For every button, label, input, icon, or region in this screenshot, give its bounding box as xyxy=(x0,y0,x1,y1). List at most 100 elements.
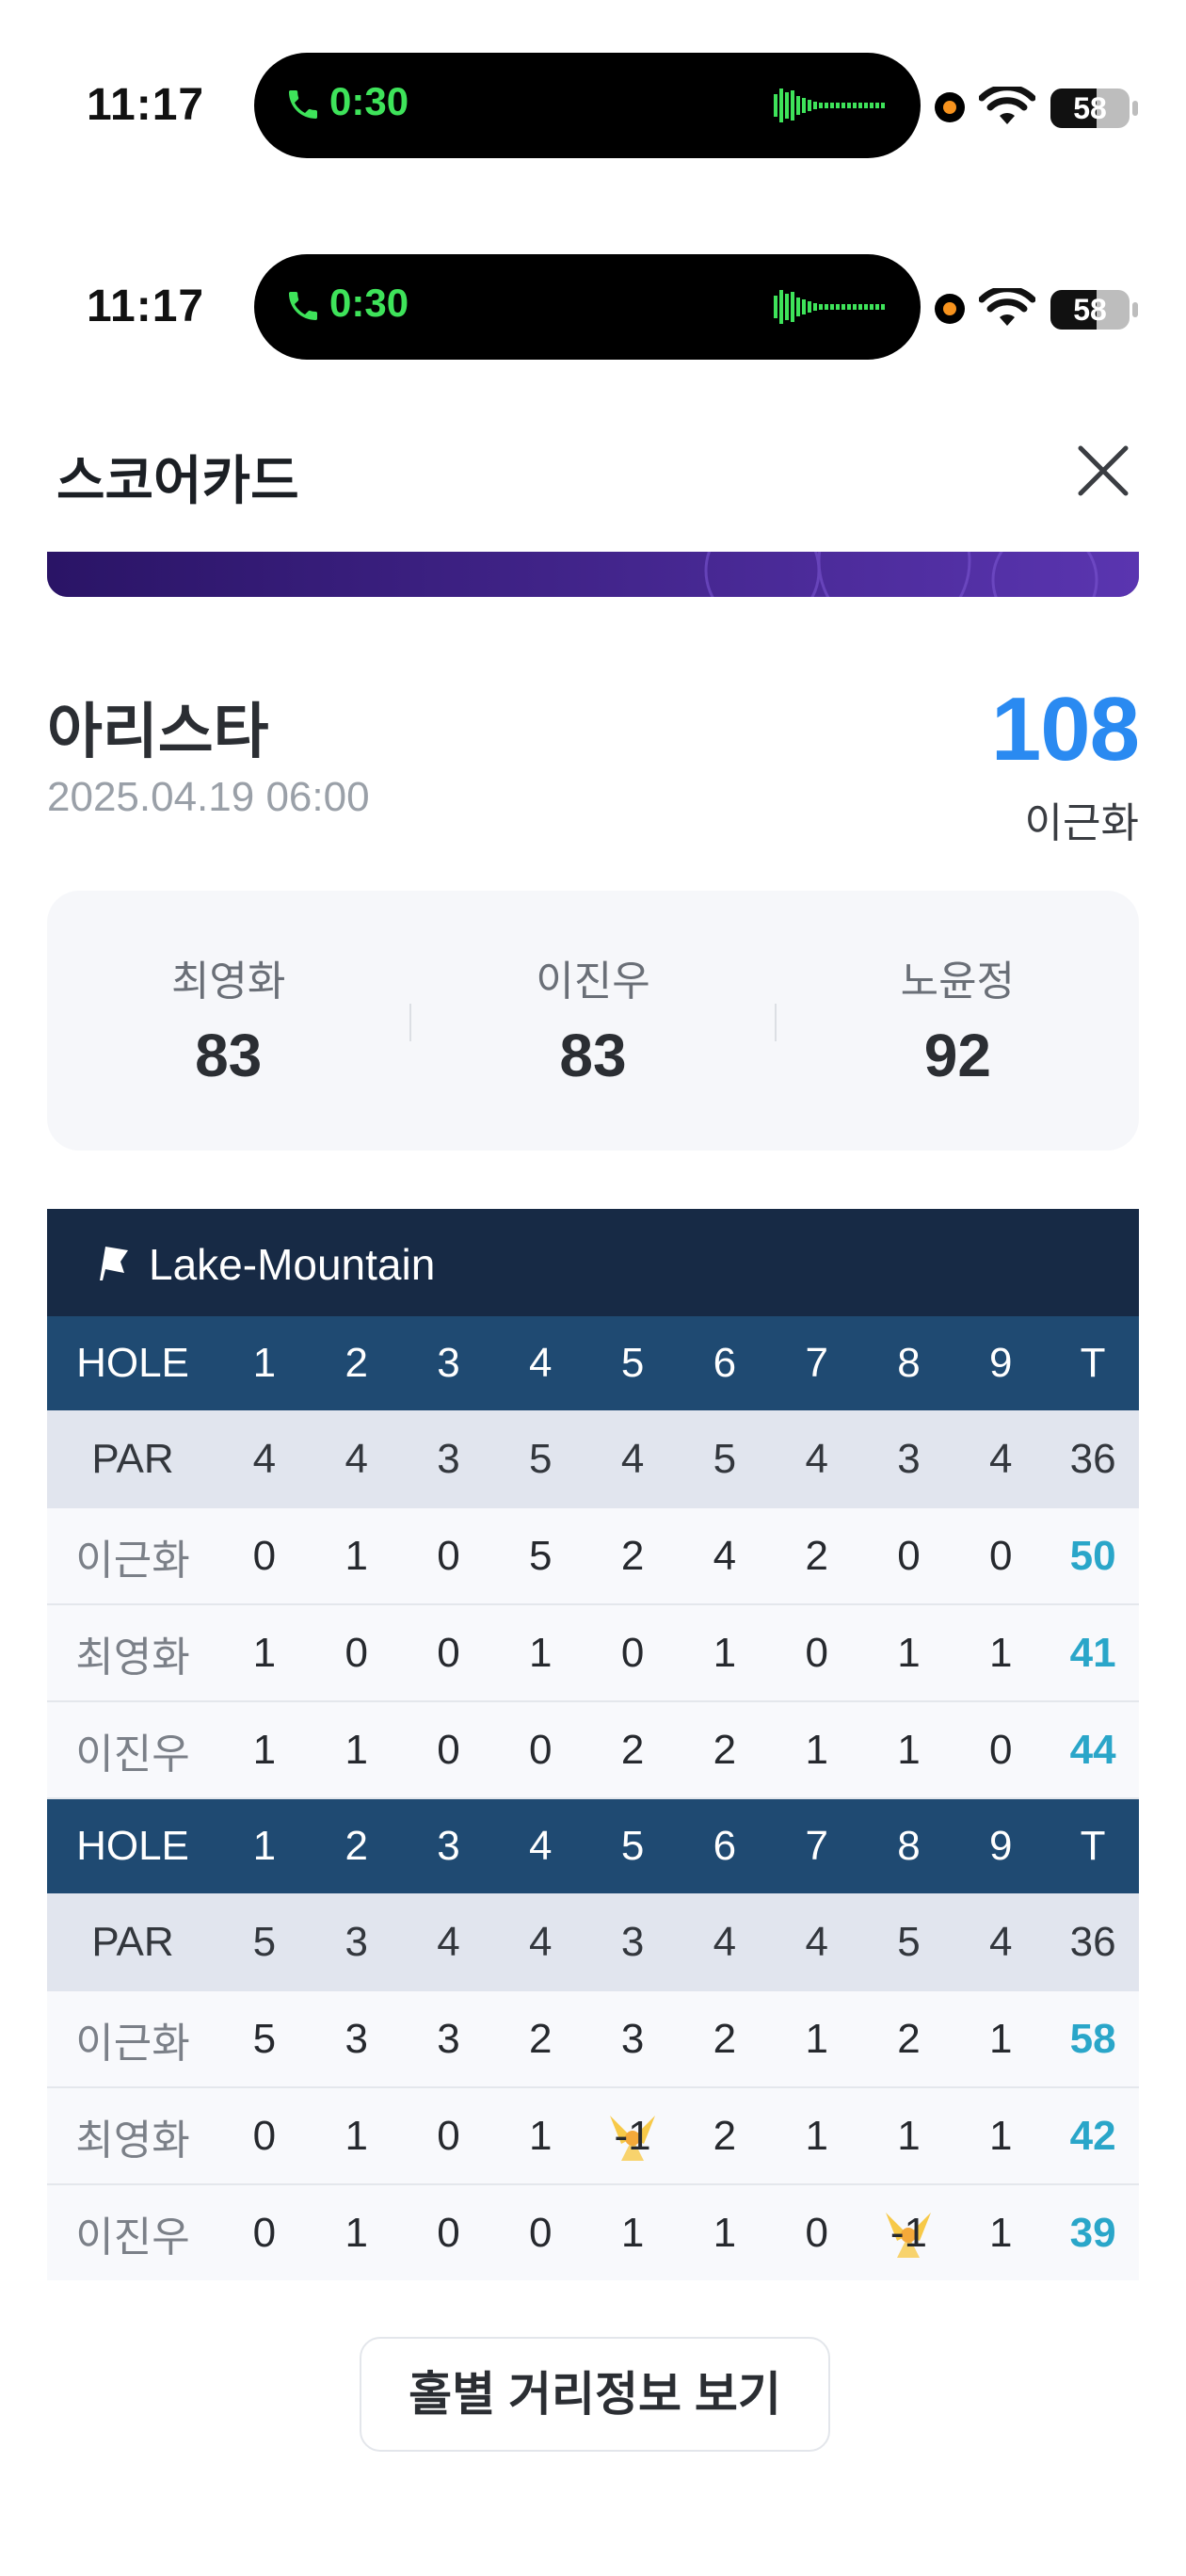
hole-score: 0 xyxy=(954,1701,1048,1799)
hole-score: 5 xyxy=(218,1991,311,2088)
hole-score: 1 xyxy=(494,2087,587,2185)
wifi-icon xyxy=(979,288,1035,326)
hole-score: 1 xyxy=(954,1991,1048,2088)
player-score: 92 xyxy=(923,1022,991,1089)
scorecard-course-name: Lake-Mountain xyxy=(149,1240,436,1289)
hole-number: 5 xyxy=(586,1798,679,1893)
total-label: T xyxy=(1047,1316,1139,1410)
hole-score: 1 xyxy=(218,1604,311,1702)
hole-score: 1 xyxy=(218,1701,311,1799)
hole-score: 2 xyxy=(770,1508,863,1605)
hole-score: 2 xyxy=(586,1701,679,1799)
par-row: PAR 4 4 3 5 4 5 4 3 4 36 xyxy=(47,1410,1139,1508)
wifi-icon xyxy=(979,87,1035,124)
hole-score: 0 xyxy=(218,2087,311,2185)
hole-score: 1 xyxy=(770,1701,863,1799)
hole-score: 0 xyxy=(586,1604,679,1702)
hole-score: 0 xyxy=(402,2087,495,2185)
battery-level: 58 xyxy=(1073,293,1107,327)
total-label: T xyxy=(1047,1798,1139,1893)
hole-number: 2 xyxy=(310,1316,403,1410)
flag-icon xyxy=(100,1247,128,1280)
par-value: 3 xyxy=(586,1893,679,1991)
hole-row: HOLE 1 2 3 4 5 6 7 8 9 T xyxy=(47,1316,1139,1410)
hole-score: 1 xyxy=(678,2184,771,2280)
par-value: 3 xyxy=(402,1410,495,1508)
hole-score: 0 xyxy=(402,2184,495,2280)
par-value: 5 xyxy=(218,1893,311,1991)
scorecard-course-header: Lake-Mountain xyxy=(47,1209,1139,1316)
par-value: 4 xyxy=(310,1410,403,1508)
hole-score: 1 xyxy=(862,2087,955,2185)
round-datetime: 2025.04.19 06:00 xyxy=(47,774,370,820)
player-name: 노윤정 xyxy=(900,958,1016,1005)
player-score-row: 이근화 5 3 3 2 3 2 1 2 1 58 xyxy=(47,1991,1139,2088)
hole-score: 1 xyxy=(954,2087,1048,2185)
hole-label: HOLE xyxy=(47,1316,218,1410)
hole-number: 5 xyxy=(586,1316,679,1410)
hole-number: 2 xyxy=(310,1798,403,1893)
par-row: PAR 5 3 4 4 3 4 4 5 4 36 xyxy=(47,1893,1139,1991)
player-half-total: 50 xyxy=(1047,1508,1139,1605)
par-value: 4 xyxy=(954,1893,1048,1991)
par-value: 4 xyxy=(770,1893,863,1991)
player-half-total: 44 xyxy=(1047,1701,1139,1799)
hole-score: 0 xyxy=(862,1508,955,1605)
hole-score: 1 xyxy=(586,2184,679,2280)
hole-score: 3 xyxy=(310,1991,403,2088)
hole-score: 0 xyxy=(402,1701,495,1799)
hole-score: 2 xyxy=(678,2087,771,2185)
hole-score: 1 xyxy=(310,1701,403,1799)
scorecard: Lake-Mountain HOLE 1 2 3 4 5 6 7 8 9 T PAR 4 4 3 5 4 5 4 3 4… xyxy=(47,1209,1139,2280)
par-total: 36 xyxy=(1047,1893,1139,1991)
player-name: 이진우 xyxy=(47,1701,218,1799)
close-icon[interactable] xyxy=(1073,441,1133,501)
recording-indicator-icon xyxy=(935,294,965,324)
hole-score: 0 xyxy=(402,1508,495,1605)
hole-score: 0 xyxy=(954,1508,1048,1605)
par-value: 5 xyxy=(862,1893,955,1991)
hole-distance-info-button[interactable]: 홀별 거리정보 보기 xyxy=(360,2337,830,2452)
status-time: 11:17 xyxy=(87,80,205,130)
dynamic-island-call[interactable]: 0:30 xyxy=(254,254,921,360)
player-name: 이진우 xyxy=(536,958,650,1005)
player-half-total: 39 xyxy=(1047,2184,1139,2280)
my-total-score: 108 xyxy=(990,679,1140,780)
call-timer: 0:30 xyxy=(329,281,409,325)
dynamic-island-call[interactable]: 0:30 xyxy=(254,53,921,158)
player-score-row: 이근화 0 1 0 5 2 4 2 0 0 50 xyxy=(47,1508,1139,1605)
hole-score: 1 xyxy=(310,1508,403,1605)
hole-number: 8 xyxy=(862,1798,955,1893)
hole-score: 1 xyxy=(954,2184,1048,2280)
call-timer: 0:30 xyxy=(329,79,409,123)
status-time: 11:17 xyxy=(87,282,205,331)
hole-score: 0 xyxy=(218,1508,311,1605)
hole-score: 1 xyxy=(954,1604,1048,1702)
page-title: 스코어카드 xyxy=(56,451,299,510)
par-value: 4 xyxy=(770,1410,863,1508)
par-value: 4 xyxy=(586,1410,679,1508)
player-name: 이근화 xyxy=(47,1508,218,1605)
par-value: 5 xyxy=(678,1410,771,1508)
hole-score-value: -1 xyxy=(890,2209,928,2256)
hole-score: 0 xyxy=(770,1604,863,1702)
other-players-summary: 최영화 83 이진우 83 노윤정 92 xyxy=(47,891,1139,1151)
player-score-row: 이진우 1 1 0 0 2 2 1 1 0 44 xyxy=(47,1701,1139,1799)
hole-score: 0 xyxy=(310,1604,403,1702)
hole-score: 2 xyxy=(678,1701,771,1799)
player-half-total: 41 xyxy=(1047,1604,1139,1702)
hole-score: 1 xyxy=(310,2087,403,2185)
par-label: PAR xyxy=(47,1893,218,1991)
hole-score: 2 xyxy=(586,1508,679,1605)
par-total: 36 xyxy=(1047,1410,1139,1508)
player-name: 최영화 xyxy=(47,2087,218,2185)
hole-number: 6 xyxy=(678,1316,771,1410)
phone-icon xyxy=(289,90,317,119)
hole-number: 7 xyxy=(770,1316,863,1410)
par-value: 3 xyxy=(310,1893,403,1991)
player-summary: 노윤정 92 xyxy=(777,891,1139,1151)
hole-number: 4 xyxy=(494,1316,587,1410)
par-value: 4 xyxy=(678,1893,771,1991)
par-label: PAR xyxy=(47,1410,218,1508)
par-value: 4 xyxy=(218,1410,311,1508)
